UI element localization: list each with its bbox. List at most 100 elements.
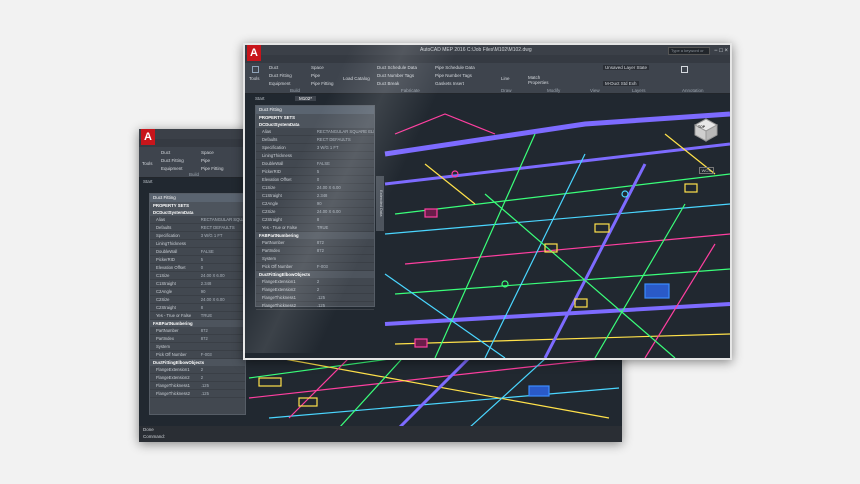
property-value[interactable]: 2	[314, 286, 374, 293]
property-row[interactable]: DoubleWall FALSE	[256, 160, 374, 168]
property-row[interactable]: C1Straight 2.348	[256, 192, 374, 200]
property-row[interactable]: LiningThickness	[150, 240, 245, 248]
property-row[interactable]: C2Angle 90	[256, 200, 374, 208]
front-duct-schedule-button[interactable]: Duct Schedule Data	[377, 65, 417, 70]
property-row[interactable]: FlangeThickness2 .125	[150, 390, 245, 398]
property-value[interactable]: .125	[198, 382, 245, 389]
front-line-button[interactable]: Line	[501, 76, 510, 81]
property-row[interactable]: FlangeThickness1 .125	[150, 382, 245, 390]
property-row[interactable]: LiningThickness	[256, 152, 374, 160]
property-value[interactable]: 90	[314, 200, 374, 207]
property-row[interactable]: C2Size 24.00 X 6.00	[256, 208, 374, 216]
property-row[interactable]: FlangeExtension1 2	[150, 366, 245, 374]
property-row[interactable]: PartIndex 872	[256, 247, 374, 255]
property-row[interactable]: System	[150, 343, 245, 351]
back-equipment-button[interactable]: Equipment	[161, 166, 183, 171]
property-row[interactable]: Elevation Offset 0	[256, 176, 374, 184]
property-row[interactable]: Alias RECTANGULAR SQUARE	[150, 216, 245, 224]
property-row[interactable]: Pick Off Number F-003	[150, 351, 245, 359]
property-row[interactable]: C2Angle 90	[150, 288, 245, 296]
front-load-catalog-button[interactable]: Load Catalog	[343, 76, 370, 81]
property-row[interactable]: Specification 3 W/G 1 FT	[256, 144, 374, 152]
property-value[interactable]: 0	[314, 176, 374, 183]
property-row[interactable]: FlangeExtension1 2	[256, 278, 374, 286]
front-tools-button[interactable]: Tools	[249, 76, 260, 81]
property-value[interactable]: 872	[198, 335, 245, 342]
property-value[interactable]: .125	[198, 390, 245, 397]
front-pipe-fitting-button[interactable]: Pipe Fitting	[311, 81, 334, 86]
back-duct-button[interactable]: Duct	[161, 150, 170, 155]
property-value[interactable]: FALSE	[314, 160, 374, 167]
property-row[interactable]: C1Size 24.00 X 6.00	[150, 272, 245, 280]
front-pipe-button[interactable]: Pipe	[311, 73, 320, 78]
property-row[interactable]: DoubleWall FALSE	[150, 248, 245, 256]
front-duct-number-button[interactable]: Duct Number Tags	[377, 73, 414, 78]
property-value[interactable]: 24.00 X 6.00	[314, 208, 374, 215]
property-row[interactable]: Defaults RECT DEFAULTS	[256, 136, 374, 144]
property-row[interactable]: PartNumber 872	[150, 327, 245, 335]
property-row[interactable]: Alias RECTANGULAR SQUARE ELBOW	[256, 128, 374, 136]
back-pipe-fitting-button[interactable]: Pipe Fitting	[201, 166, 224, 171]
viewcube[interactable]: TOP	[693, 118, 719, 142]
property-row[interactable]: PickerRID 5	[256, 168, 374, 176]
front-duct-fitting-button[interactable]: Duct Fitting	[269, 73, 292, 78]
front-layer-state-select[interactable]: Unsaved Layer State	[603, 65, 650, 70]
property-row[interactable]: Specification 3 W/G 1 FT	[150, 232, 245, 240]
property-value[interactable]: 2.348	[314, 192, 374, 199]
property-value[interactable]: TRUE	[314, 224, 374, 231]
back-command-line[interactable]: Done Command:	[139, 426, 622, 442]
property-value[interactable]: 8	[198, 304, 245, 311]
property-row[interactable]: C2Size 24.00 X 6.00	[150, 296, 245, 304]
property-value[interactable]: 24.00 X 6.00	[314, 184, 374, 191]
property-row[interactable]: C2Straight 8	[256, 216, 374, 224]
property-row[interactable]: PartNumber 872	[256, 239, 374, 247]
front-equipment-button[interactable]: Equipment	[269, 81, 291, 86]
property-value[interactable]: 872	[198, 327, 245, 334]
front-pipe-number-button[interactable]: Pipe Number Tags	[435, 73, 472, 78]
property-value[interactable]	[198, 343, 245, 350]
property-value[interactable]: F-003	[314, 263, 374, 270]
property-value[interactable]: 90	[198, 288, 245, 295]
property-value[interactable]: FALSE	[198, 248, 245, 255]
property-row[interactable]: Pick Off Number F-003	[256, 263, 374, 271]
property-value[interactable]: 872	[314, 239, 374, 246]
property-value[interactable]: 2	[198, 374, 245, 381]
property-row[interactable]: FlangeExtension2 2	[150, 374, 245, 382]
property-value[interactable]	[314, 255, 374, 262]
front-drawing-canvas[interactable]: Start M102* TOP WCS Duct Fitting PROPERT…	[245, 94, 730, 358]
property-row[interactable]: C1Straight 2.348	[150, 280, 245, 288]
front-gasket-button[interactable]: Gaskets Insert	[435, 81, 464, 86]
property-section-header[interactable]: DCDuctSystemData	[256, 121, 374, 128]
property-value[interactable]: TRUE	[198, 312, 245, 319]
property-row[interactable]: Yes - True or False TRUE	[256, 224, 374, 232]
extended-data-tab[interactable]: Extended Data	[376, 176, 384, 231]
property-row[interactable]: Defaults RECT DEFAULTS	[150, 224, 245, 232]
front-duct-break-button[interactable]: Duct Break	[377, 81, 399, 86]
front-search-input[interactable]: Type a keyword or phrase	[668, 47, 710, 59]
property-value[interactable]	[198, 240, 245, 247]
property-value[interactable]: 5	[198, 256, 245, 263]
property-row[interactable]: System	[256, 255, 374, 263]
wcs-menu[interactable]: WCS	[698, 167, 714, 174]
front-pipe-schedule-button[interactable]: Pipe Schedule Data	[435, 65, 475, 70]
back-tools-button[interactable]: Tools	[142, 161, 153, 166]
property-row[interactable]: FlangeExtension2 2	[256, 286, 374, 294]
front-space-button[interactable]: Space	[311, 65, 324, 70]
back-space-button[interactable]: Space	[201, 150, 214, 155]
front-duct-button[interactable]: Duct	[269, 65, 278, 70]
property-row[interactable]: C2Straight 8	[150, 304, 245, 312]
property-section-header[interactable]: DuctFittingElbowObjects	[256, 271, 374, 278]
property-value[interactable]	[314, 152, 374, 159]
property-value[interactable]: 3 W/G 1 FT	[314, 144, 374, 151]
property-value[interactable]: 2.348	[198, 280, 245, 287]
property-value[interactable]: .125	[314, 294, 374, 301]
property-value[interactable]: 872	[314, 247, 374, 254]
property-value[interactable]: RECT DEFAULTS	[198, 224, 245, 231]
property-row[interactable]: FlangeThickness1 .125	[256, 294, 374, 302]
property-value[interactable]: .125	[314, 302, 374, 309]
property-section-header[interactable]: PROPERTY SETS	[256, 114, 374, 121]
property-value[interactable]: 2	[314, 278, 374, 285]
property-value[interactable]: 5	[314, 168, 374, 175]
back-duct-fitting-button[interactable]: Duct Fitting	[161, 158, 184, 163]
property-value[interactable]: RECT DEFAULTS	[314, 136, 374, 143]
